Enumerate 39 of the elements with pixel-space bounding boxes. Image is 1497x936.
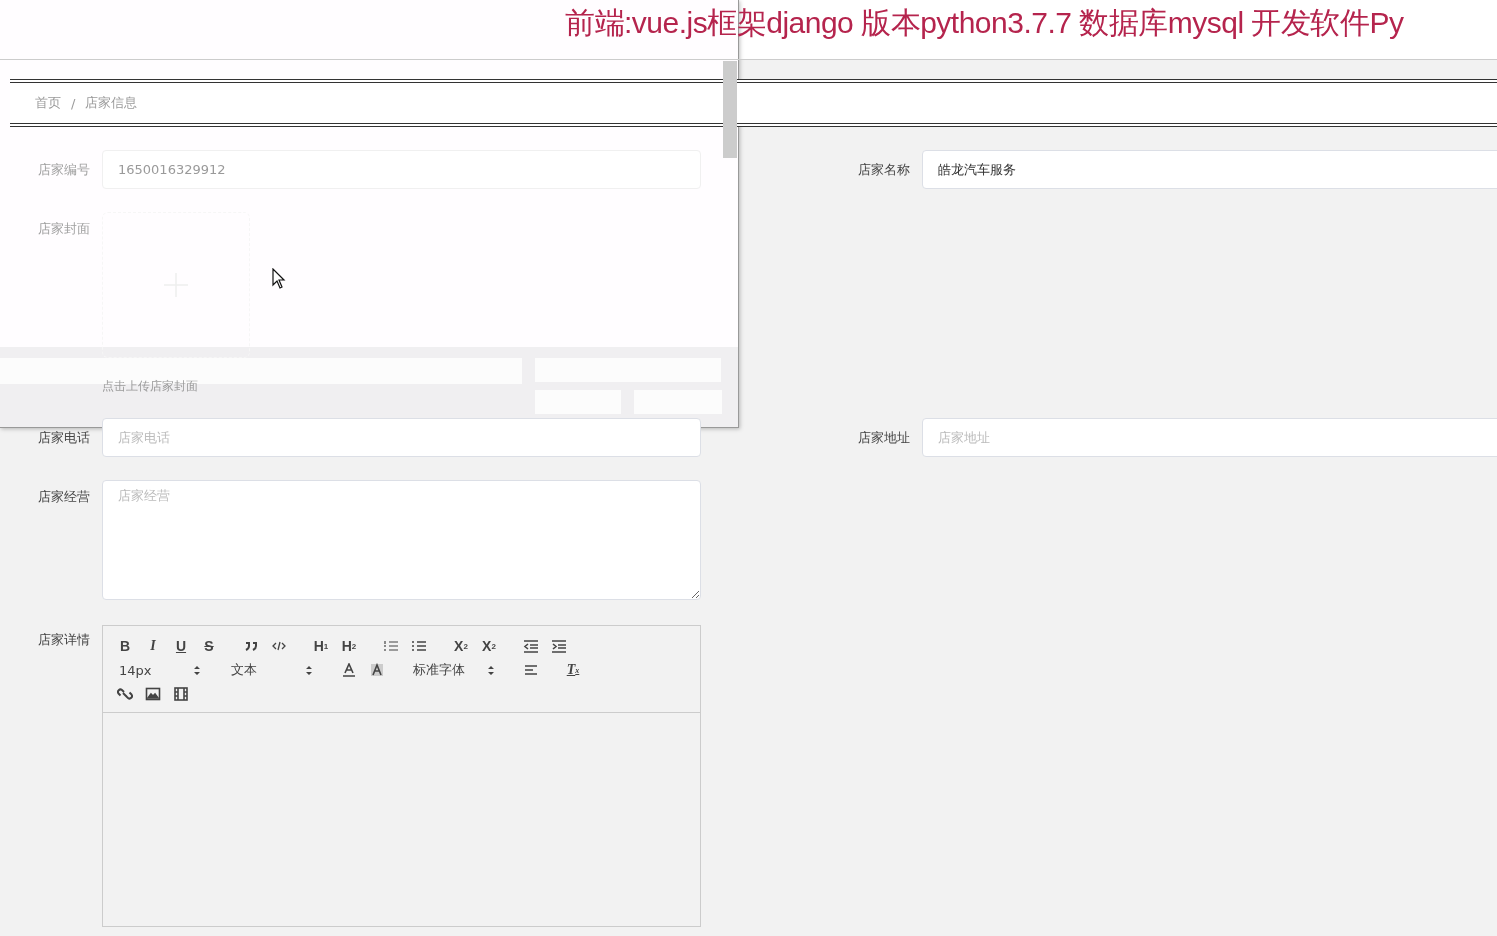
ul-icon	[411, 639, 427, 653]
indent-icon	[551, 639, 567, 653]
text-field[interactable]: 店家地址	[922, 418, 1497, 457]
ol-icon	[383, 639, 399, 653]
text-field[interactable]: 皓龙汽车服务	[922, 150, 1497, 189]
updown-arrow-icon	[305, 664, 313, 676]
align-icon	[523, 663, 539, 677]
italic-button[interactable]: I	[139, 634, 167, 658]
image-icon	[145, 687, 161, 701]
background-icon	[369, 663, 385, 677]
field-label: 店家地址	[857, 429, 911, 447]
format-select[interactable]: 标准字体	[405, 658, 503, 682]
field-label: 店家经营	[37, 488, 91, 506]
color-icon	[341, 663, 357, 677]
strike-button[interactable]: S	[195, 634, 223, 658]
field-label: 店家名称	[857, 161, 911, 179]
field-label: 店家详情	[37, 631, 91, 649]
caption-text: 前端:vue.js框架django 版本python3.7.7 数据库mysql 开发软件Py	[565, 5, 1404, 41]
text-field[interactable]: 店家电话	[102, 418, 701, 457]
text-area[interactable]: 店家经营	[102, 480, 701, 600]
outdent-icon	[523, 639, 539, 653]
updown-arrow-icon	[487, 664, 495, 676]
video-icon	[173, 687, 189, 701]
field-label: 店家电话	[37, 429, 91, 447]
underline-button[interactable]: U	[167, 634, 195, 658]
updown-arrow-icon	[193, 664, 201, 676]
quote-icon	[243, 639, 259, 653]
format-select[interactable]: 文本	[223, 658, 321, 682]
scrollbar[interactable]	[723, 61, 737, 158]
format-select[interactable]: 14px	[111, 658, 209, 682]
bold-button[interactable]: B	[111, 634, 139, 658]
script-button[interactable]: X$^{2}$	[475, 634, 503, 658]
field-label: 店家封面	[37, 220, 91, 238]
cursor-icon	[272, 268, 286, 289]
upload-hint: 点击上传店家封面	[102, 378, 199, 395]
breadcrumb-separator: /	[71, 95, 76, 111]
link-icon	[117, 687, 133, 701]
field-label: 店家编号	[37, 161, 91, 179]
code-icon	[271, 639, 287, 653]
